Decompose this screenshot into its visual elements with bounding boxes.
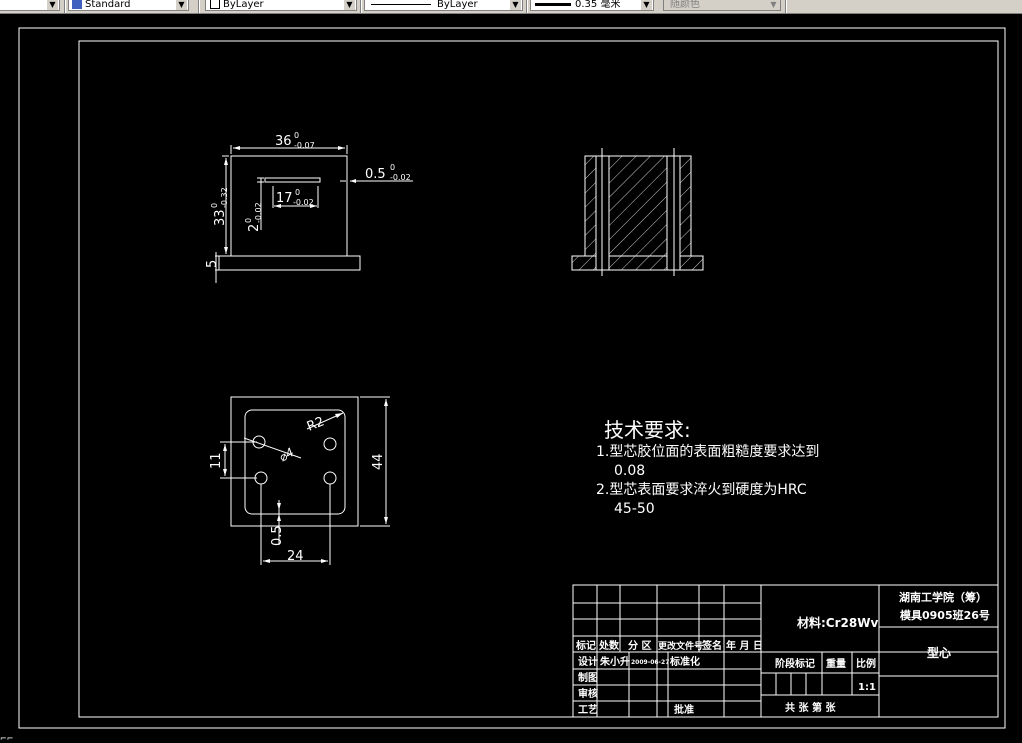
chevron-down-icon: ▼ [768, 0, 779, 10]
school-name: 湖南工学院（筹） [899, 590, 987, 604]
lineweight-bar-icon [535, 3, 571, 6]
weight-label: 重量 [826, 657, 846, 670]
dim-44: 44 [371, 453, 386, 470]
front-view [215, 145, 413, 283]
text-style-value: Standard [85, 0, 131, 10]
dim-17-upper: 0 [295, 188, 300, 197]
plot-style-select[interactable]: 随颜色 ▼ [663, 0, 781, 11]
color-select[interactable]: ByLayer ▼ [205, 0, 357, 11]
linetype-select[interactable]: ByLayer ▼ [364, 0, 523, 11]
part-name: 型心 [927, 645, 951, 660]
design-date: 2009-06-27 [631, 659, 669, 666]
process-label: 工艺 [578, 703, 598, 716]
dim-33-lower: -0.32 [220, 187, 229, 208]
chevron-down-icon: ▼ [176, 0, 187, 10]
dim-36-lower: -0.07 [294, 141, 315, 150]
linetype-value: ByLayer [437, 0, 478, 10]
text-style-icon [72, 0, 82, 9]
toolbar-separator [785, 0, 787, 13]
designer-label: 设计 [578, 655, 598, 668]
color-swatch-icon [210, 0, 220, 9]
dim-17-lower: -0.02 [293, 198, 314, 207]
lineweight-select[interactable]: 0.35 毫米 ▼ [530, 0, 654, 11]
lineweight-unit: 毫米 [600, 0, 621, 10]
chevron-down-icon: ▼ [641, 0, 652, 10]
linetype-line-icon [371, 4, 431, 5]
check-label: 审核 [578, 687, 598, 700]
scale-label: 比例 [856, 657, 876, 670]
class-id: 模具0905班26号 [900, 608, 990, 622]
lineweight-value: 0.35 [575, 0, 598, 10]
stage-label: 阶段标记 [775, 657, 815, 670]
dim-2-upper: 0 [244, 218, 253, 223]
color-value: ByLayer [223, 0, 264, 10]
chevron-down-icon: ▼ [510, 0, 521, 10]
toolbar-separator [526, 0, 528, 13]
material-label: 材料:Cr28Wv [796, 615, 878, 630]
dim-36-upper: 0 [294, 131, 299, 140]
tech-req-title: 技术要求: [604, 418, 691, 442]
text-style-dropdown[interactable]: ▼ [0, 0, 60, 11]
approve-label: 批准 [674, 703, 694, 716]
tech-req-line2b: 45-50 [614, 501, 655, 517]
dim-r2: R2 [305, 414, 327, 434]
dim-phi4: ⌀4 [277, 445, 297, 465]
dim-2-lower: -0.02 [254, 202, 263, 223]
drawing-canvas[interactable]: 36 0 -0.07 0.5 0 -0.02 17 0 -0.02 33 0 -… [0, 14, 1022, 742]
dim-24: 24 [287, 549, 304, 564]
chevron-down-icon: ▼ [344, 0, 355, 10]
header-zone: 分 区 [628, 639, 651, 652]
technical-requirements: 技术要求: 1.型芯胶位面的表面粗糙度要求达到 0.08 2.型芯表面要求淬火到… [596, 418, 819, 517]
header-sign: 签名 [701, 639, 722, 652]
toolbar-separator [360, 0, 362, 13]
tech-req-line1b: 0.08 [614, 463, 645, 479]
dim-36: 36 [275, 134, 292, 149]
designer-name: 朱小升 [600, 655, 630, 668]
tech-req-line1: 1.型芯胶位面的表面粗糙度要求达到 [596, 443, 819, 460]
scale-value: 1:1 [858, 682, 876, 693]
dim-2: 2 [247, 224, 262, 232]
header-mark: 标记 [575, 639, 596, 652]
tech-req-line2: 2.型芯表面要求淬火到硬度为HRC [596, 482, 807, 498]
header-doc-no: 更改文件号 [658, 640, 703, 652]
standardize-label: 标准化 [669, 655, 700, 668]
top-view-dims: R2 ⌀4 11 44 0.5 24 [209, 414, 386, 564]
dim-0-5: 0.5 [365, 167, 386, 182]
chevron-down-icon: ▼ [47, 0, 58, 10]
dim-11: 11 [209, 452, 224, 469]
header-count: 处数 [598, 639, 620, 652]
plot-style-value: 随颜色 [670, 0, 700, 10]
header-date: 年 月 日 [726, 639, 763, 652]
dim-0-5-lower: -0.02 [390, 173, 411, 182]
draw-label: 制图 [578, 671, 598, 684]
text-style-select[interactable]: Standard ▼ [68, 0, 189, 11]
sheets-label: 共 张 第 张 [785, 701, 836, 714]
dim-33: 33 [213, 209, 228, 226]
dim-0-5-upper: 0 [390, 163, 395, 172]
toolbar-separator [64, 0, 66, 13]
dim-17: 17 [276, 191, 293, 206]
section-view [571, 148, 704, 276]
dim-33-upper: 0 [210, 203, 219, 208]
front-view-dims: 36 0 -0.07 0.5 0 -0.02 17 0 -0.02 33 0 -… [205, 131, 411, 268]
dim-5: 5 [205, 260, 220, 268]
dim-0-5b: 0.5 [270, 525, 285, 546]
title-block-text: 材料:Cr28Wv 湖南工学院（筹） 模具0905班26号 型心 标记 处数 分… [575, 590, 990, 716]
toolbar-separator [198, 0, 200, 13]
properties-toolbar: ▼ Standard ▼ ByLayer ▼ ByLayer ▼ 0.35 毫米… [0, 0, 1022, 14]
